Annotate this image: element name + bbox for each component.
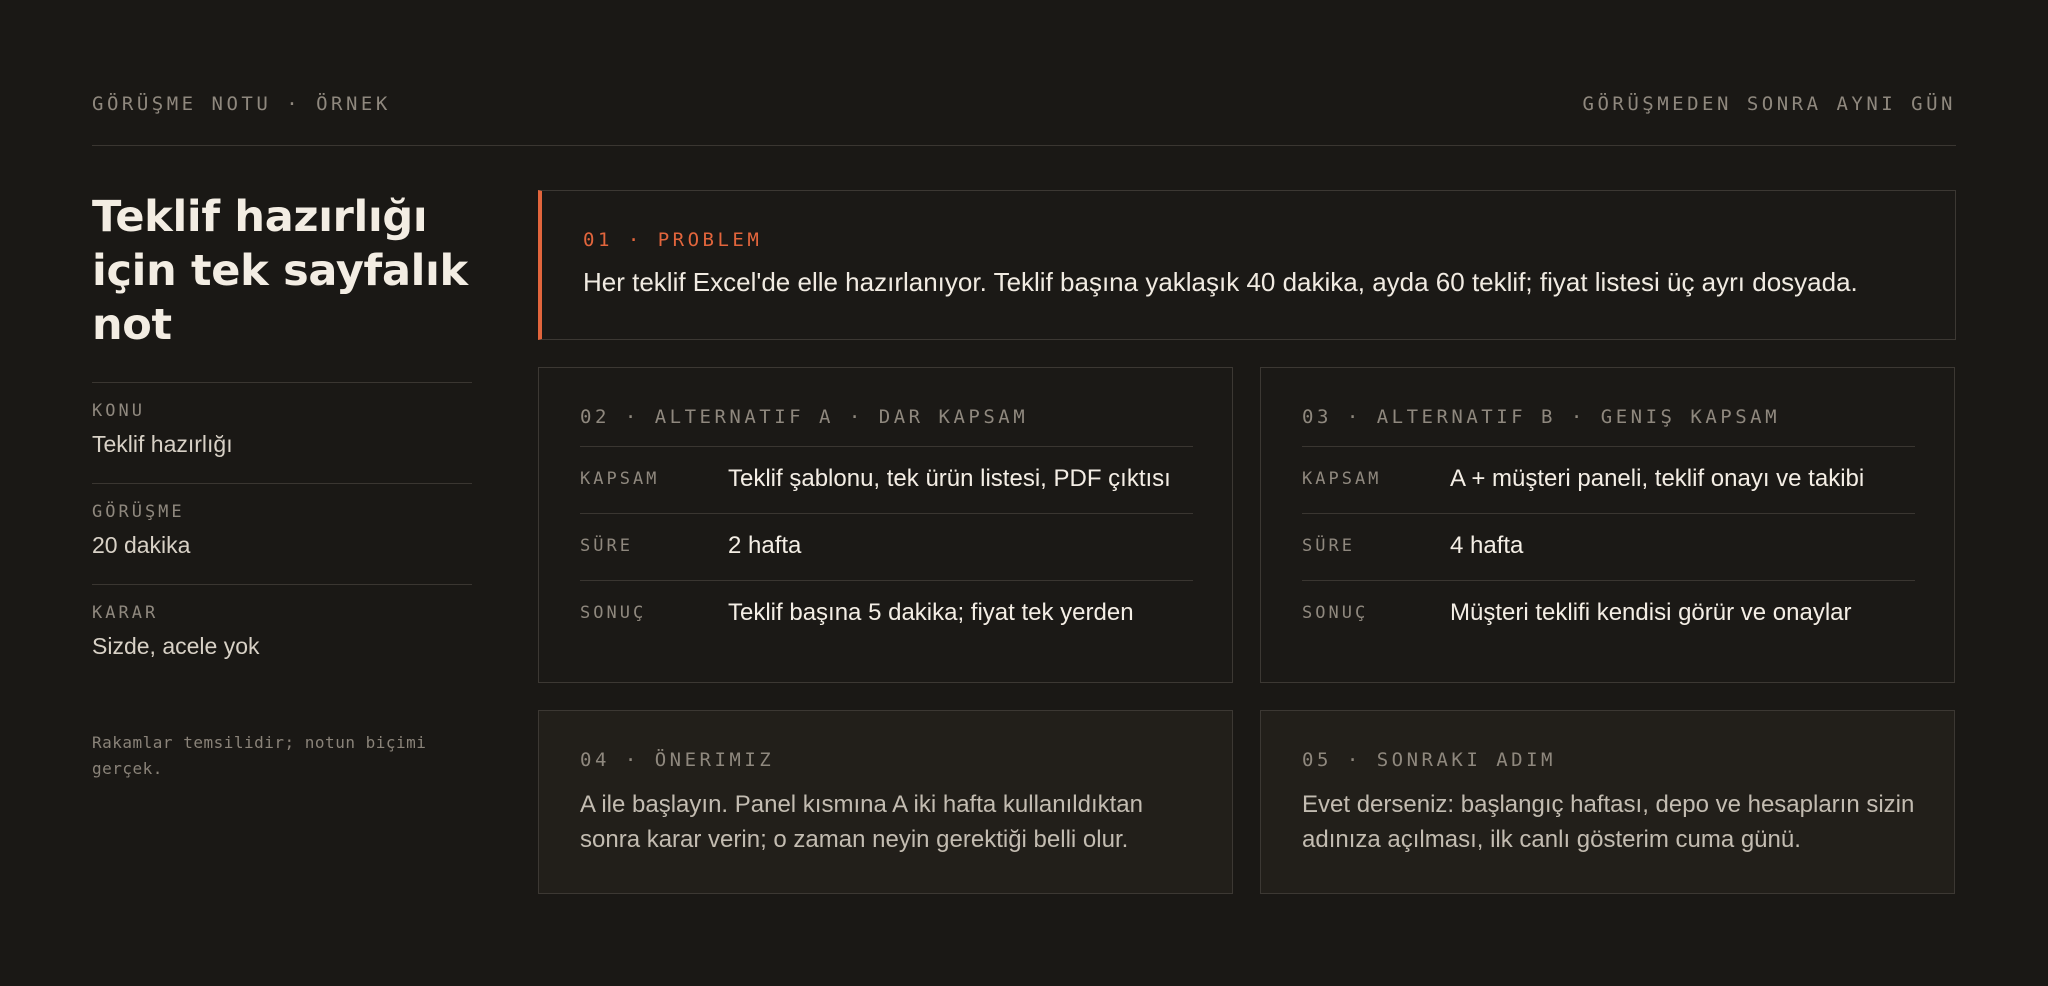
alternative-a-label: 02 · ALTERNATIF A · DAR KAPSAM [580,406,1029,428]
alternative-b-label: 03 · ALTERNATIF B · GENIŞ KAPSAM [1302,406,1781,428]
next-step-label: 05 · SONRAKI ADIM [1302,749,1556,771]
alt-row-key: KAPSAM [1302,469,1382,489]
alternative-a-rows: KAPSAM Teklif şablonu, tek ürün listesi,… [580,446,1193,647]
alt-row-value: Müşteri teklifi kendisi görür ve onaylar [1450,599,1852,626]
alt-row-value: A + müşteri paneli, teklif onayı ve taki… [1450,465,1865,492]
meta-label: KARAR [92,603,159,623]
recommendation-label: 04 · ÖNERIMIZ [580,749,775,771]
header-bar: GÖRÜŞME NOTU · ÖRNEK GÖRÜŞMEDEN SONRA AY… [92,90,1956,146]
alternative-b-card: 03 · ALTERNATIF B · GENIŞ KAPSAM KAPSAM … [1260,367,1955,683]
recommendation-text: A ile başlayın. Panel kısmına A iki haft… [580,791,1143,853]
alt-row-value: 4 hafta [1450,532,1524,559]
header-right-label: GÖRÜŞMEDEN SONRA AYNI GÜN [1582,93,1956,115]
alt-row-key: SONUÇ [580,603,647,623]
sidebar: Teklif hazırlığı için tek sayfalık not K… [92,190,472,685]
meta-label: KONU [92,401,145,421]
problem-card: 01 · PROBLEM Her teklif Excel'de elle ha… [538,190,1956,340]
alt-row-value: 2 hafta [728,532,802,559]
problem-text: Her teklif Excel'de elle hazırlanıyor. T… [583,267,1858,297]
footnote: Rakamlar temsilidir; notun biçimi gerçek… [92,733,427,778]
meta-value: 20 dakika [92,532,191,558]
meta-value: Sizde, acele yok [92,633,260,659]
alt-row-key: SÜRE [1302,536,1355,556]
alt-row-key: KAPSAM [580,469,660,489]
meta-meeting: GÖRÜŞME 20 dakika [92,483,472,584]
alt-row-key: SÜRE [580,536,633,556]
alt-row-result: SONUÇ Teklif başına 5 dakika; fiyat tek … [580,580,1193,647]
meta-decision: KARAR Sizde, acele yok [92,584,472,685]
alt-row-scope: KAPSAM A + müşteri paneli, teklif onayı … [1302,446,1915,513]
meta-topic: KONU Teklif hazırlığı [92,382,472,483]
alt-row-value: Teklif şablonu, tek ürün listesi, PDF çı… [728,465,1171,492]
alternative-a-card: 02 · ALTERNATIF A · DAR KAPSAM KAPSAM Te… [538,367,1233,683]
alt-row-duration: SÜRE 2 hafta [580,513,1193,580]
alt-row-value: Teklif başına 5 dakika; fiyat tek yerden [728,599,1134,626]
header-left-label: GÖRÜŞME NOTU · ÖRNEK [92,93,391,115]
meta-label: GÖRÜŞME [92,502,185,522]
next-step-card: 05 · SONRAKI ADIM Evet derseniz: başlang… [1260,710,1955,894]
page-title: Teklif hazırlığı için tek sayfalık not [92,192,468,350]
recommendation-card: 04 · ÖNERIMIZ A ile başlayın. Panel kısm… [538,710,1233,894]
alt-row-key: SONUÇ [1302,603,1369,623]
alt-row-scope: KAPSAM Teklif şablonu, tek ürün listesi,… [580,446,1193,513]
alternative-b-rows: KAPSAM A + müşteri paneli, teklif onayı … [1302,446,1915,647]
problem-label: 01 · PROBLEM [583,229,763,251]
next-step-text: Evet derseniz: başlangıç haftası, depo v… [1302,791,1915,853]
alt-row-result: SONUÇ Müşteri teklifi kendisi görür ve o… [1302,580,1915,647]
alt-row-duration: SÜRE 4 hafta [1302,513,1915,580]
meta-value: Teklif hazırlığı [92,431,233,457]
